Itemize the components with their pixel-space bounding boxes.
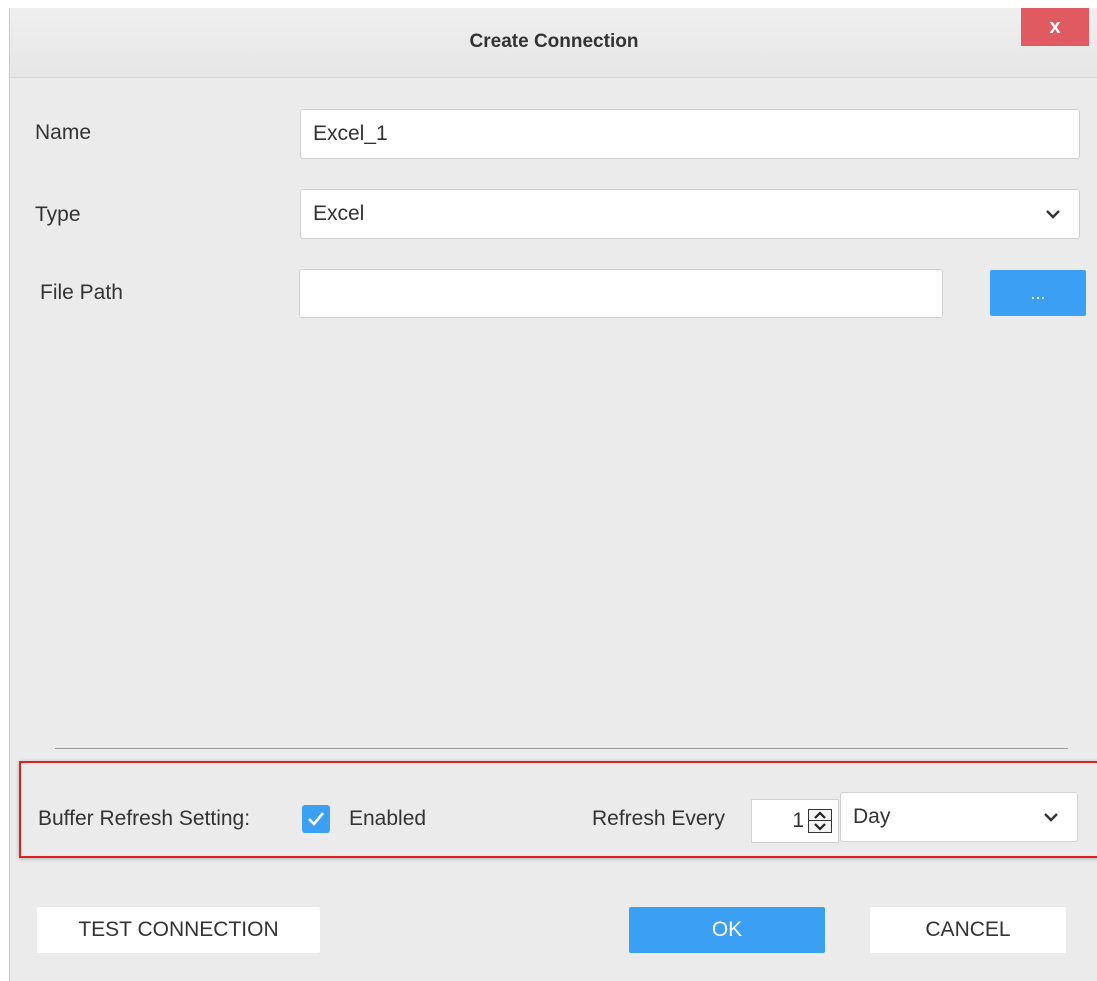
- dialog-title: Create Connection: [469, 31, 639, 52]
- chevron-down-icon: [1046, 210, 1060, 219]
- type-select-value: Excel: [313, 202, 365, 225]
- refresh-every-label: Refresh Every: [592, 807, 726, 830]
- dialog-titlebar: Create Connection x: [10, 8, 1097, 78]
- stepper-down-button[interactable]: [809, 821, 831, 832]
- stepper-arrows: [808, 809, 832, 833]
- type-label: Type: [35, 203, 81, 226]
- file-path-input[interactable]: [299, 269, 943, 318]
- refresh-unit-select[interactable]: Day: [840, 792, 1078, 842]
- close-button[interactable]: x: [1021, 8, 1089, 46]
- browse-button[interactable]: ...: [990, 270, 1086, 316]
- enabled-label: Enabled: [349, 807, 427, 830]
- type-select[interactable]: Excel: [300, 189, 1080, 239]
- buffer-refresh-label: Buffer Refresh Setting:: [38, 807, 251, 830]
- chevron-down-icon: [1044, 813, 1058, 822]
- create-connection-dialog: Create Connection x Name Type Excel File…: [9, 8, 1097, 981]
- checkmark-icon: [308, 812, 325, 826]
- test-connection-button[interactable]: TEST CONNECTION: [37, 907, 320, 953]
- enabled-checkbox[interactable]: [302, 805, 330, 833]
- refresh-unit-value: Day: [853, 805, 891, 828]
- file-path-label: File Path: [40, 281, 123, 304]
- stepper-up-button[interactable]: [809, 810, 831, 821]
- name-label: Name: [35, 121, 92, 144]
- caret-down-icon: [814, 822, 826, 831]
- cancel-button[interactable]: CANCEL: [870, 907, 1066, 953]
- refresh-interval-value: 1: [792, 809, 804, 832]
- name-input[interactable]: [300, 109, 1080, 159]
- refresh-interval-stepper[interactable]: 1: [751, 799, 839, 843]
- section-divider: [55, 748, 1068, 749]
- caret-up-icon: [814, 811, 826, 819]
- ok-button[interactable]: OK: [629, 907, 825, 953]
